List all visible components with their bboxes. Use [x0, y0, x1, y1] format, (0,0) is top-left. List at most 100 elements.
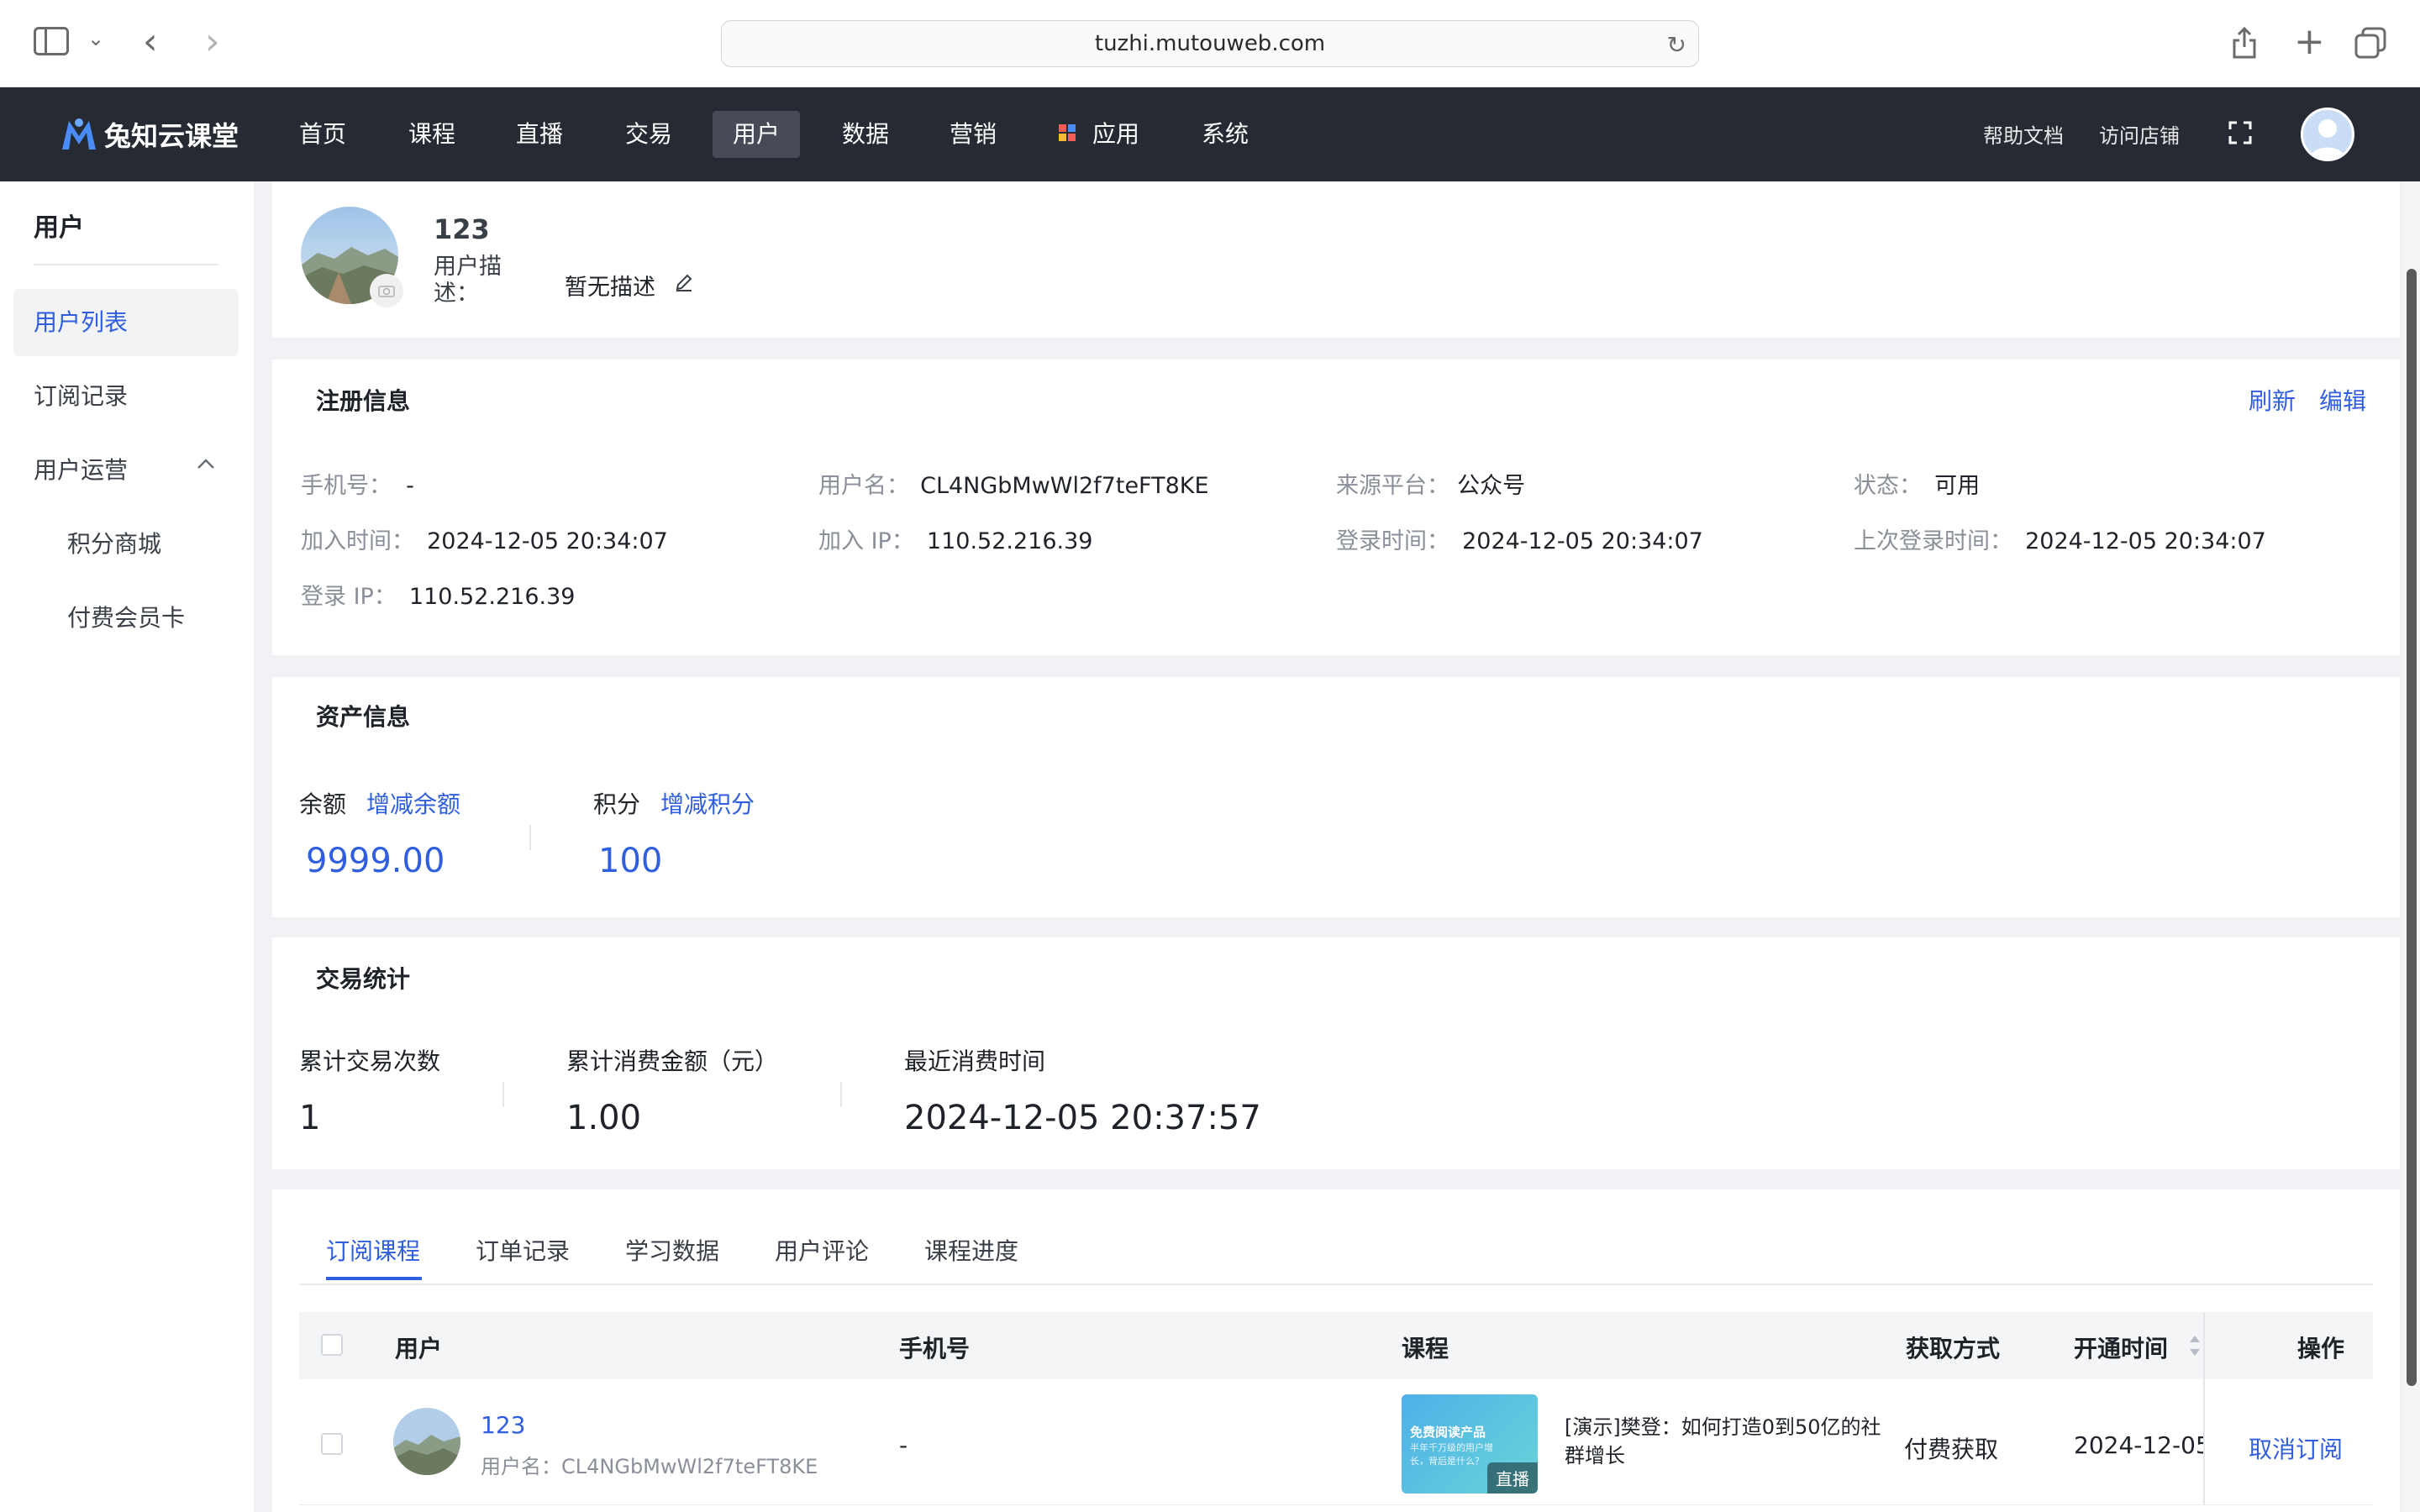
row-avatar	[393, 1408, 460, 1475]
col-action: 操作	[2297, 1335, 2345, 1362]
field-label: 手机号：	[301, 473, 392, 499]
field-value: 110.52.216.39	[408, 584, 576, 610]
field-username: 用户名： CL4NGbMwWl2f7teFT8KE	[818, 467, 1209, 500]
profile-desc-value: 暂无描述	[565, 275, 655, 301]
field-source: 来源平台： 公众号	[1336, 467, 1525, 500]
row-phone: -	[899, 1431, 908, 1459]
edit-link[interactable]: 编辑	[2319, 383, 2366, 417]
tab-course-progress[interactable]: 课程进度	[924, 1233, 1018, 1267]
trade-card: 交易统计 累计交易次数 1 累计消费金额（元） 1.00 最近消费时间 2024…	[272, 937, 2400, 1169]
cancel-subscription-link[interactable]: 取消订阅	[2249, 1431, 2343, 1465]
field-login-ip: 登录 IP： 110.52.216.39	[301, 578, 575, 611]
address-bar[interactable]: tuzhi.mutouweb.com ↻	[721, 20, 1699, 67]
col-course: 课程	[1402, 1335, 1449, 1362]
row-user-name[interactable]: 123	[481, 1411, 525, 1439]
tab-user-comments[interactable]: 用户评论	[775, 1233, 869, 1267]
table-header	[299, 1312, 2373, 1379]
row-user-sub: 用户名：CL4NGbMwWl2f7teFT8KE	[481, 1455, 818, 1478]
field-value: 公众号	[1457, 473, 1526, 499]
nav-apps[interactable]: 应用	[1072, 111, 1160, 158]
share-icon[interactable]	[2232, 26, 2257, 59]
register-card: 注册信息 刷新 编辑 手机号： - 用户名： CL4NGbMwWl2f7teFT…	[272, 360, 2400, 655]
sticky-divider	[2203, 1312, 2205, 1379]
field-label: 加入时间：	[301, 528, 414, 554]
help-docs-link[interactable]: 帮助文档	[1983, 119, 2064, 149]
live-badge: 直播	[1487, 1462, 1538, 1494]
field-label: 登录时间：	[1336, 528, 1449, 554]
logo-icon	[62, 118, 96, 150]
logo-text: 兔知云课堂	[104, 120, 239, 152]
url-text: tuzhi.mutouweb.com	[1094, 31, 1326, 56]
logo[interactable]: 兔知云课堂	[59, 109, 239, 160]
trade-count-value: 1	[299, 1099, 321, 1137]
sidebar-item-member-card[interactable]: 付费会员卡	[13, 585, 239, 652]
nav-user[interactable]: 用户	[713, 111, 801, 158]
nav-trade[interactable]: 交易	[605, 111, 692, 158]
assets-title: 资产信息	[316, 703, 411, 731]
nav-home[interactable]: 首页	[279, 111, 366, 158]
select-all-checkbox[interactable]	[321, 1334, 343, 1356]
tabs-divider	[299, 1284, 2373, 1285]
tab-order-records[interactable]: 订单记录	[476, 1233, 570, 1267]
balance-label: 余额	[299, 790, 347, 818]
adjust-points-link[interactable]: 增减积分	[660, 786, 755, 820]
nav-live[interactable]: 直播	[496, 111, 583, 158]
row-course-title[interactable]: [演示]樊登：如何打造0到50亿的社群增长	[1565, 1413, 1884, 1470]
edit-icon[interactable]	[674, 272, 694, 296]
sidebar-item-points-mall[interactable]: 积分商城	[13, 511, 239, 578]
trade-last-label: 最近消费时间	[904, 1047, 1046, 1075]
visit-store-link[interactable]: 访问店铺	[2099, 119, 2180, 149]
profile-card: 123 用户描述： 暂无描述	[272, 181, 2400, 338]
sidebar: 用户 用户列表 订阅记录 用户运营 积分商城 付费会员卡	[0, 181, 254, 1512]
chevron-down-icon[interactable]: ⌄	[87, 29, 104, 49]
nav-data[interactable]: 数据	[822, 111, 909, 158]
back-icon[interactable]: ‹	[143, 24, 158, 60]
tabs-overview-icon[interactable]	[2354, 27, 2386, 59]
row-checkbox[interactable]	[321, 1433, 343, 1455]
field-label: 登录 IP：	[301, 584, 397, 610]
col-user: 用户	[395, 1335, 443, 1362]
new-tab-icon[interactable]: +	[2294, 24, 2325, 60]
sidebar-title: 用户	[34, 213, 84, 243]
field-value: -	[406, 473, 414, 499]
field-label: 状态：	[1854, 473, 1922, 499]
trade-title: 交易统计	[316, 965, 411, 993]
sort-icon[interactable]	[2188, 1334, 2202, 1361]
field-value: CL4NGbMwWl2f7teFT8KE	[920, 473, 1209, 499]
row-method: 付费获取	[1904, 1436, 1999, 1463]
trade-count-label: 累计交易次数	[299, 1047, 441, 1075]
nav-marketing[interactable]: 营销	[929, 111, 1017, 158]
fullscreen-icon[interactable]	[2228, 121, 2252, 144]
scrollbar-thumb[interactable]	[2407, 269, 2417, 1386]
field-phone: 手机号： -	[301, 467, 414, 500]
register-title: 注册信息	[316, 387, 411, 415]
field-join-time: 加入时间： 2024-12-05 20:34:07	[301, 522, 668, 555]
row-open-time: 2024-12-05	[2074, 1431, 2203, 1459]
sidebar-item-subscriptions[interactable]: 订阅记录	[13, 363, 239, 430]
sidebar-toggle-icon[interactable]	[34, 27, 69, 55]
adjust-balance-link[interactable]: 增减余额	[366, 786, 460, 820]
balance-value: 9999.00	[306, 842, 445, 880]
chevron-up-icon[interactable]	[197, 457, 215, 473]
trade-last-value: 2024-12-05 20:37:57	[904, 1099, 1261, 1137]
sidebar-item-user-list[interactable]: 用户列表	[13, 289, 239, 356]
field-label: 来源平台：	[1336, 473, 1449, 499]
nav-course[interactable]: 课程	[388, 111, 476, 158]
forward-icon[interactable]: ›	[205, 24, 220, 60]
scrollbar-track[interactable]	[2403, 181, 2420, 1512]
user-avatar[interactable]	[2301, 108, 2354, 161]
refresh-link[interactable]: 刷新	[2249, 383, 2296, 417]
sidebar-item-label: 用户运营	[34, 456, 129, 484]
nav-system[interactable]: 系统	[1181, 111, 1269, 158]
reload-icon[interactable]: ↻	[1667, 31, 1686, 59]
camera-icon[interactable]	[370, 274, 403, 307]
col-phone: 手机号	[899, 1335, 971, 1362]
field-value: 110.52.216.39	[926, 528, 1093, 554]
trade-amount-label: 累计消费金额（元）	[566, 1047, 779, 1075]
divider	[840, 1082, 842, 1107]
field-status: 状态： 可用	[1854, 467, 1980, 500]
course-thumbnail[interactable]: 免费阅读产品 半年千万级的用户增长，背后是什么？ 直播	[1402, 1394, 1538, 1494]
tab-active-indicator	[326, 1277, 422, 1280]
tab-study-data[interactable]: 学习数据	[625, 1233, 719, 1267]
tab-subscribed-courses[interactable]: 订阅课程	[326, 1233, 420, 1267]
